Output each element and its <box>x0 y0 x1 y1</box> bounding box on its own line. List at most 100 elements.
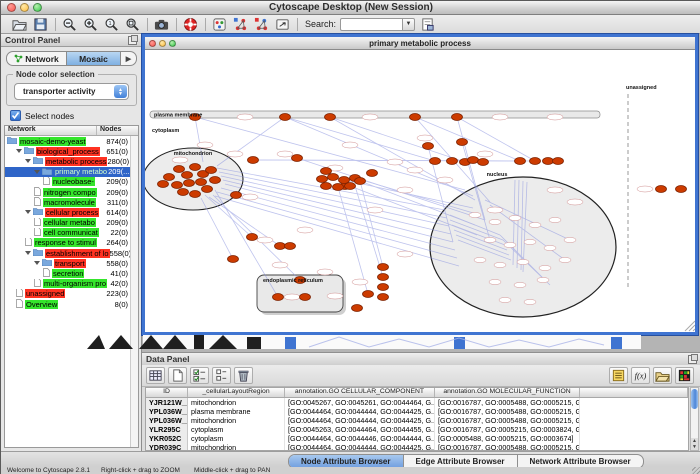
import-attributes-icon[interactable] <box>653 367 672 384</box>
attribute-list-icon[interactable] <box>609 367 628 384</box>
disclosure-triangle-icon[interactable] <box>16 149 22 153</box>
network-canvas[interactable]: plasma membranecytoplasmmitochondrionnuc… <box>145 50 695 332</box>
tree-row[interactable]: secretion41(0) <box>5 268 138 278</box>
network-node[interactable] <box>367 170 378 177</box>
disclosure-triangle-icon[interactable] <box>25 210 31 214</box>
attribute-editor-icon[interactable] <box>212 367 231 384</box>
network-node[interactable] <box>430 158 441 165</box>
zoom-fit-icon[interactable]: 1 <box>103 16 120 33</box>
tree-row[interactable]: cellular process614(0) <box>5 207 138 217</box>
scrollbar-thumb[interactable] <box>691 389 698 409</box>
tree-row[interactable]: primary metabo209(... <box>5 167 138 177</box>
canvas-resize-grip[interactable] <box>685 321 695 331</box>
network-node[interactable] <box>190 164 201 171</box>
network-node[interactable] <box>378 264 389 271</box>
table-scrollbar[interactable]: ▲▼ <box>690 387 699 451</box>
zoom-in-icon[interactable] <box>82 16 99 33</box>
network-node[interactable] <box>478 159 489 166</box>
open-file-icon[interactable] <box>11 16 28 33</box>
network-node[interactable] <box>300 294 311 301</box>
network-node[interactable] <box>190 191 201 198</box>
network-node[interactable] <box>352 305 363 312</box>
disclosure-triangle-icon[interactable] <box>34 261 40 265</box>
table-row[interactable]: YDR039C__1mitochondrion[GO:0044464, GO:0… <box>146 443 688 451</box>
help-ring-icon[interactable] <box>182 16 199 33</box>
tree-row[interactable]: establishment of lo558(0) <box>5 248 138 258</box>
network-node[interactable] <box>178 189 189 196</box>
network-node[interactable] <box>280 114 291 121</box>
network-node[interactable] <box>378 284 389 291</box>
network-node[interactable] <box>345 183 356 190</box>
select-nodes-checkbox[interactable] <box>10 110 21 121</box>
disclosure-triangle-icon[interactable] <box>34 170 40 174</box>
network-node[interactable] <box>321 183 332 190</box>
tree-row[interactable]: macromolecule311(0) <box>5 197 138 207</box>
network-node[interactable] <box>410 114 421 121</box>
table-row[interactable]: YLR295Ccytoplasm[GO:0045263, GO:0044464,… <box>146 425 688 434</box>
tree-scrollbar[interactable] <box>130 136 138 447</box>
tab-network[interactable]: Network <box>7 52 67 65</box>
table-row[interactable]: YKR052Ccytoplasm[GO:0044464, GO:0044446,… <box>146 434 688 443</box>
network-node[interactable] <box>457 139 468 146</box>
network-node[interactable] <box>317 176 328 183</box>
network-node[interactable] <box>325 114 336 121</box>
table-row[interactable]: YJR121W__1mitochondrion[GO:0045267, GO:0… <box>146 398 688 407</box>
combobox-stepper-icon[interactable]: ▲▼ <box>114 85 127 98</box>
network-node[interactable] <box>206 167 217 174</box>
float-panel-icon[interactable] <box>128 36 137 45</box>
network-node[interactable] <box>447 158 458 165</box>
tree-column-nodes[interactable]: Nodes <box>97 126 138 135</box>
network-node[interactable] <box>210 177 221 184</box>
tree-row[interactable]: mosaic-demo-yeast874(0) <box>5 136 138 146</box>
annotation-icon[interactable] <box>274 16 291 33</box>
network-node[interactable] <box>247 234 258 241</box>
tree-row[interactable]: cell communicat22(0) <box>5 228 138 238</box>
network-node[interactable] <box>285 243 296 250</box>
function-builder-icon[interactable]: f(x) <box>631 367 650 384</box>
select-attributes-icon[interactable] <box>190 367 209 384</box>
network-node[interactable] <box>196 179 207 186</box>
tree-row[interactable]: transport558(0) <box>5 258 138 268</box>
node-color-combobox[interactable]: transporter activity ▲▼ <box>14 83 129 100</box>
network-node[interactable] <box>378 274 389 281</box>
network-node[interactable] <box>164 174 175 181</box>
network-node[interactable] <box>184 180 195 187</box>
vizmapper-icon[interactable] <box>211 16 228 33</box>
snapshot-icon[interactable] <box>153 16 170 33</box>
network-node[interactable] <box>321 168 332 175</box>
column-header[interactable]: annotation.GO CELLULAR_COMPONENT <box>285 388 435 397</box>
network-node[interactable] <box>553 158 564 165</box>
network-node[interactable] <box>530 158 541 165</box>
tree-row[interactable]: nitrogen compo209(0) <box>5 187 138 197</box>
network-node[interactable] <box>292 155 303 162</box>
network-node[interactable] <box>275 243 286 250</box>
tree-row[interactable]: biological_process651(0) <box>5 146 138 156</box>
network-node[interactable] <box>543 158 554 165</box>
network-node[interactable] <box>423 143 434 150</box>
first-neighbors-icon[interactable] <box>232 16 249 33</box>
tree-row[interactable]: Overview8(0) <box>5 299 138 309</box>
tab-overflow-arrow[interactable]: ▶ <box>121 52 136 65</box>
scrollbar-arrows[interactable]: ▲▼ <box>691 438 698 450</box>
show-table-icon[interactable] <box>146 367 165 384</box>
tree-row[interactable]: multi-organism pro42(0) <box>5 279 138 289</box>
network-node[interactable] <box>468 157 479 164</box>
tree-row[interactable]: metabolic process280(0) <box>5 156 138 166</box>
save-session-icon[interactable] <box>32 16 49 33</box>
tree-row[interactable]: response to stimul264(0) <box>5 238 138 248</box>
tree-row[interactable]: nucleobase-209(0) <box>5 177 138 187</box>
network-node[interactable] <box>333 184 344 191</box>
network-node[interactable] <box>158 181 169 188</box>
resize-grip[interactable] <box>692 467 700 474</box>
tree-row[interactable]: unassigned223(0) <box>5 289 138 299</box>
network-node[interactable] <box>328 174 339 181</box>
table-row[interactable]: YPL036W__1mitochondrion[GO:0044464, GO:0… <box>146 416 688 425</box>
network-node[interactable] <box>676 186 687 193</box>
network-node[interactable] <box>355 178 366 185</box>
network-node[interactable] <box>248 157 259 164</box>
search-dropdown-icon[interactable]: ▼ <box>402 18 415 31</box>
heatmap-icon[interactable] <box>675 367 694 384</box>
network-node[interactable] <box>231 192 242 199</box>
column-header[interactable]: _cellularLayoutRegion <box>188 388 285 397</box>
network-node[interactable] <box>363 291 374 298</box>
